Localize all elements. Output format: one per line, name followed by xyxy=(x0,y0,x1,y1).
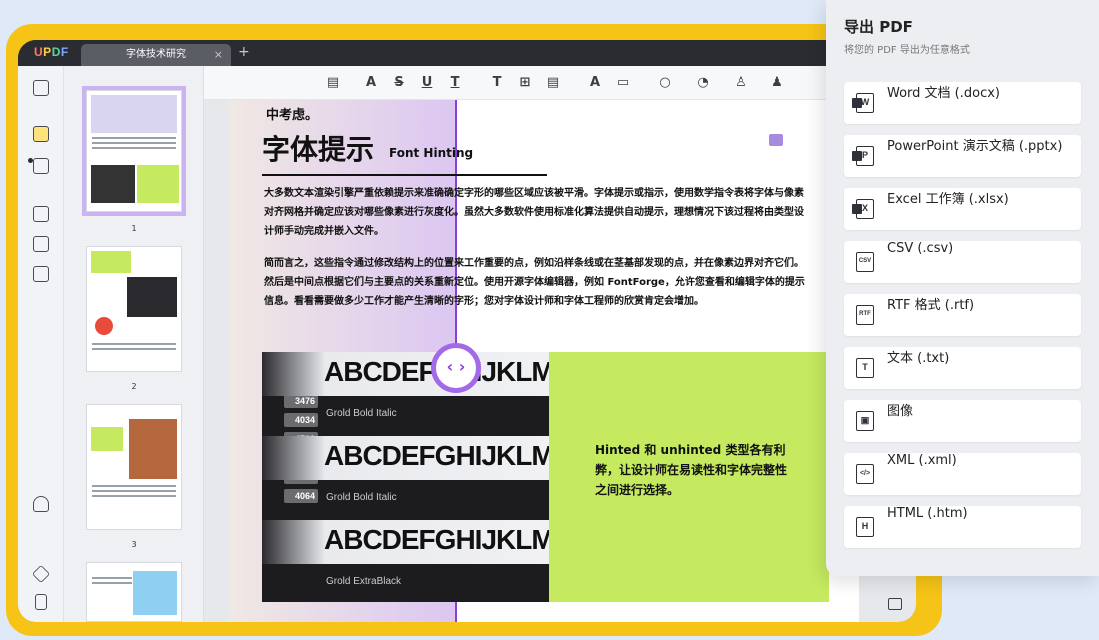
panel-title: 导出 PDF xyxy=(844,18,913,36)
csv-icon: CSV xyxy=(856,252,874,272)
type-strip-1: ABCDEFGHIJKLMNO xyxy=(262,352,549,396)
powerpoint-icon: P xyxy=(852,146,874,166)
comment-marker-icon[interactable] xyxy=(769,134,783,146)
reader-icon[interactable] xyxy=(33,80,49,96)
page-number-2: 2 xyxy=(131,382,137,391)
tab-close-icon[interactable]: × xyxy=(214,44,223,66)
font-photo: 42 9048 3476 4034 4700 89 32 4064 ABCDEF… xyxy=(262,352,549,602)
export-word-button[interactable]: W Word 文档 (.docx) xyxy=(844,82,1081,124)
export-text-button[interactable]: T 文本 (.txt) xyxy=(844,347,1081,389)
page-top-text: 中考虑。 xyxy=(266,108,319,123)
eraser-icon[interactable]: ▭ xyxy=(614,74,632,92)
note-icon[interactable]: ▤ xyxy=(324,74,342,92)
type-tag-1: Grold Bold Italic xyxy=(326,408,397,419)
export-xml-label: XML (.xml) xyxy=(887,453,957,468)
title-bar: UPDF 字体技术研究 × + xyxy=(18,40,916,66)
export-excel-button[interactable]: X Excel 工作簿 (.xlsx) xyxy=(844,188,1081,230)
textbox-icon[interactable]: ⊞ xyxy=(516,74,534,92)
underline-icon[interactable]: U xyxy=(418,74,436,92)
pencil-icon[interactable]: A xyxy=(586,74,604,92)
export-xml-button[interactable]: </> XML (.xml) xyxy=(844,453,1081,495)
crop-icon[interactable] xyxy=(33,236,49,252)
sticker-icon[interactable]: ◔ xyxy=(694,74,712,92)
rtf-icon: RTF xyxy=(856,305,874,325)
html-icon: H xyxy=(856,517,874,537)
document-view[interactable]: 中考虑。 字体提示 Font Hinting 大多数文本渲染引擎严重依赖提示来准… xyxy=(204,100,916,622)
app-body: 1 2 3 ▤ A S U T T ⊞ ▤ A ▭ ○ ◔ ♙ ♟ 中考虑。 字… xyxy=(18,66,916,622)
paragraph-1-line-1: 大多数文本渲染引擎严重依赖提示来准确确定字形的哪些区域应该被平滑。字体提示或指示… xyxy=(264,188,804,199)
text-icon[interactable]: T xyxy=(488,74,506,92)
tab-title: 字体技术研究 xyxy=(126,49,186,60)
bookmark-icon[interactable] xyxy=(35,594,47,610)
page-thumbnail-4[interactable] xyxy=(86,562,182,622)
thumbnail-panel: 1 2 3 xyxy=(64,66,204,622)
type-tag-2: Grold Bold Italic xyxy=(326,492,397,503)
export-image-button[interactable]: ▣ 图像 xyxy=(844,400,1081,442)
strikethrough-icon[interactable]: S xyxy=(390,74,408,92)
updf-logo: UPDF xyxy=(34,45,69,59)
export-csv-label: CSV (.csv) xyxy=(887,241,954,256)
squiggly-icon[interactable]: T xyxy=(446,74,464,92)
export-pdf-panel: 导出 PDF 将您的 PDF 导出为任意格式 W Word 文档 (.docx)… xyxy=(826,0,1099,576)
export-powerpoint-button[interactable]: P PowerPoint 演示文稿 (.pptx) xyxy=(844,135,1081,177)
caption-block: Hinted 和 unhinted 类型各有利弊，让设计师在易读性和字体完整性之… xyxy=(549,352,829,602)
left-toolbar xyxy=(18,66,64,622)
gift-icon[interactable] xyxy=(33,496,49,512)
caption-text: Hinted 和 unhinted 类型各有利弊，让设计师在易读性和字体完整性之… xyxy=(595,443,788,497)
export-text-label: 文本 (.txt) xyxy=(887,351,950,366)
export-word-label: Word 文档 (.docx) xyxy=(887,86,1001,101)
page-number-3: 3 xyxy=(131,540,137,549)
edit-pdf-icon[interactable] xyxy=(33,158,49,174)
document-tab[interactable]: 字体技术研究 × xyxy=(81,44,231,66)
paragraph-2-line-3: 信息。看看需要做多少工作才能产生清晰的字形；您对字体设计师和字体工程师的欣赏肯定… xyxy=(264,296,704,307)
page-thumbnail-3[interactable] xyxy=(86,404,182,530)
annotation-toolbar: ▤ A S U T T ⊞ ▤ A ▭ ○ ◔ ♙ ♟ xyxy=(204,66,916,100)
excel-icon: X xyxy=(852,199,874,219)
heading-underline xyxy=(262,174,547,176)
image-icon: ▣ xyxy=(856,411,874,431)
app-window: UPDF 字体技术研究 × + 1 2 3 ▤ A S U T T ⊞ ▤ A … xyxy=(18,40,916,622)
type-strip-3: ABCDEFGHIJKLMNO xyxy=(262,520,549,564)
layers-icon[interactable] xyxy=(31,564,51,584)
export-powerpoint-label: PowerPoint 演示文稿 (.pptx) xyxy=(887,139,1063,154)
export-html-button[interactable]: H HTML (.htm) xyxy=(844,506,1081,548)
paragraph-1-line-3: 计师手动完成并嵌入文件。 xyxy=(264,226,384,237)
comment-list-icon[interactable] xyxy=(888,598,902,610)
compare-handle-icon[interactable]: ‹ › xyxy=(431,343,481,393)
export-rtf-label: RTF 格式 (.rtf) xyxy=(887,298,975,313)
new-tab-icon[interactable]: + xyxy=(238,44,250,60)
organize-pages-icon[interactable] xyxy=(33,206,49,222)
export-image-label: 图像 xyxy=(887,404,914,419)
paragraph-2-line-1: 简而言之，这些指令通过修改结构上的位置来工作重要的点，例如沿样条线或在茎基部发现… xyxy=(264,258,804,269)
word-icon: W xyxy=(852,93,874,113)
shape-icon[interactable]: ○ xyxy=(656,74,674,92)
panel-subtitle: 将您的 PDF 导出为任意格式 xyxy=(844,45,970,56)
stamp-icon[interactable]: ♟ xyxy=(768,74,786,92)
export-html-label: HTML (.htm) xyxy=(887,506,968,521)
paragraph-1-line-2: 对齐网格并确定应该对哪些像素进行灰度化。虽然大多数软件使用标准化算法提供自动提示… xyxy=(264,207,804,218)
type-strip-2: ABCDEFGHIJKLMNO xyxy=(262,436,549,480)
export-rtf-button[interactable]: RTF RTF 格式 (.rtf) xyxy=(844,294,1081,336)
section-heading-en: Font Hinting xyxy=(389,146,474,160)
callout-icon[interactable]: ▤ xyxy=(544,74,562,92)
type-tag-3: Grold ExtraBlack xyxy=(326,576,402,587)
highlight-icon[interactable]: A xyxy=(362,74,380,92)
convert-icon[interactable] xyxy=(33,266,49,282)
export-excel-label: Excel 工作簿 (.xlsx) xyxy=(887,192,1009,207)
xml-icon: </> xyxy=(856,464,874,484)
export-csv-button[interactable]: CSV CSV (.csv) xyxy=(844,241,1081,283)
page-number-1: 1 xyxy=(131,224,137,233)
text-file-icon: T xyxy=(856,358,874,378)
page-thumbnail-1[interactable] xyxy=(82,86,186,216)
signature-icon[interactable]: ♙ xyxy=(732,74,750,92)
paragraph-2-line-2: 然后是中间点根据它们与主要点的关系重新定位。使用开源字体编辑器，例如 FontF… xyxy=(264,277,805,288)
section-heading: 字体提示 xyxy=(262,133,375,166)
pdf-page: 中考虑。 字体提示 Font Hinting 大多数文本渲染引擎严重依赖提示来准… xyxy=(229,100,859,622)
comment-tool-icon[interactable] xyxy=(33,126,49,142)
page-thumbnail-2[interactable] xyxy=(86,246,182,372)
